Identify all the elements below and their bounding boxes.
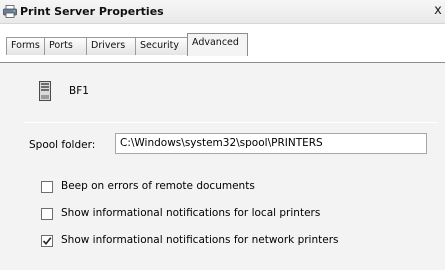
tab-label: Drivers	[91, 40, 126, 51]
checkbox-label: Beep on errors of remote documents	[61, 180, 255, 192]
checkbox-label: Show informational notifications for loc…	[61, 207, 321, 219]
tab-label: Ports	[49, 40, 73, 51]
tab-forms[interactable]: Forms	[6, 37, 45, 55]
tab-ports[interactable]: Ports	[44, 37, 87, 55]
server-icon	[39, 81, 51, 101]
printer-icon	[3, 5, 17, 18]
spool-folder-label: Spool folder:	[29, 139, 96, 151]
checkmark-icon	[42, 237, 52, 246]
tab-strip: Forms Ports Drivers Security Advanced	[0, 24, 445, 62]
server-name: BF1	[69, 85, 89, 97]
checkbox-label: Show informational notifications for net…	[61, 234, 339, 246]
tab-drivers[interactable]: Drivers	[86, 37, 136, 55]
tab-label: Forms	[11, 40, 40, 51]
checkbox[interactable]	[41, 208, 53, 220]
tab-label: Advanced	[192, 37, 239, 48]
checkbox[interactable]	[41, 181, 53, 193]
spool-folder-input[interactable]: C:\Windows\system32\spool\PRINTERS	[115, 133, 427, 154]
separator	[24, 122, 438, 123]
tab-security[interactable]: Security	[135, 37, 188, 55]
close-button[interactable]: x	[432, 4, 444, 18]
tab-advanced[interactable]: Advanced	[187, 33, 248, 56]
title-bar: Print Server Properties x	[0, 0, 445, 24]
tab-label: Security	[140, 40, 180, 51]
checkbox-checked[interactable]	[41, 235, 53, 247]
window-title: Print Server Properties	[20, 5, 164, 18]
